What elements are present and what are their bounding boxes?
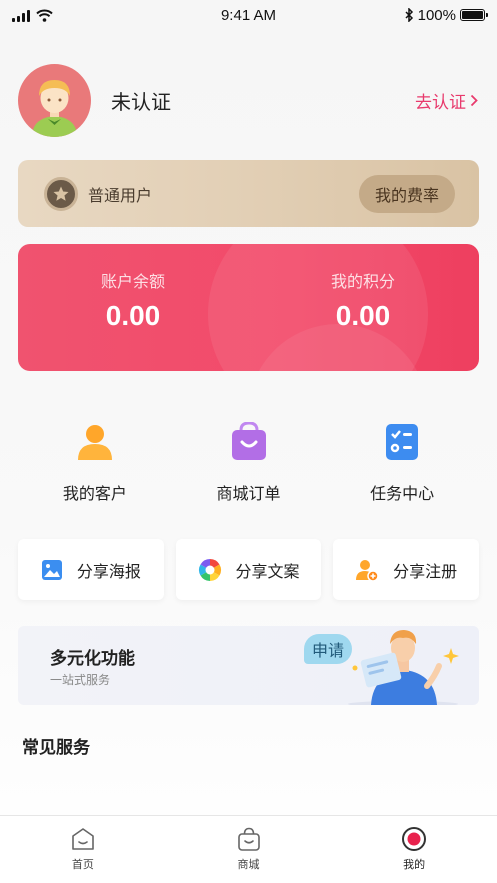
profile-header: 未认证 去认证 bbox=[18, 63, 478, 137]
aperture-icon bbox=[198, 558, 221, 581]
status-left bbox=[12, 9, 53, 22]
quick-item-customers[interactable]: 我的客户 bbox=[18, 420, 172, 510]
image-icon bbox=[41, 559, 62, 580]
tab-label: 商城 bbox=[237, 858, 260, 871]
share-register-label: 分享注册 bbox=[393, 561, 458, 581]
verify-link[interactable]: 去认证 bbox=[415, 88, 478, 113]
status-right: 100% bbox=[405, 6, 488, 24]
profile-dot-icon bbox=[402, 827, 427, 851]
quick-item-label: 我的客户 bbox=[62, 484, 127, 503]
my-rate-button[interactable]: 我的费率 bbox=[358, 174, 455, 213]
tab-mall[interactable]: 商城 bbox=[166, 816, 332, 883]
share-row: 分享海报 分享文案 分享注册 bbox=[18, 539, 480, 600]
tab-home[interactable]: 首页 bbox=[0, 816, 166, 883]
add-user-icon bbox=[356, 559, 379, 582]
my-points[interactable]: 我的积分 0.00 bbox=[263, 268, 463, 332]
member-card: 普通用户 我的费率 bbox=[18, 160, 479, 227]
avatar-illustration-icon bbox=[32, 79, 77, 137]
home-icon bbox=[72, 828, 94, 850]
signal-icon bbox=[12, 9, 30, 22]
quick-item-label: 任务中心 bbox=[370, 484, 435, 503]
verify-link-label: 去认证 bbox=[415, 92, 466, 113]
wifi-icon bbox=[36, 9, 53, 22]
tab-label: 我的 bbox=[403, 858, 426, 871]
points-value: 0.00 bbox=[335, 300, 391, 331]
member-level: 普通用户 bbox=[88, 185, 153, 205]
share-poster-button[interactable]: 分享海报 bbox=[18, 539, 164, 600]
tab-bar: 首页 商城 我的 bbox=[0, 815, 497, 883]
balance-label: 账户余额 bbox=[100, 272, 165, 291]
star-badge-icon bbox=[44, 176, 78, 211]
balance-value: 0.00 bbox=[105, 300, 161, 331]
share-copy-button[interactable]: 分享文案 bbox=[175, 539, 322, 600]
points-label: 我的积分 bbox=[330, 272, 395, 291]
quick-item-label: 商城订单 bbox=[216, 484, 281, 503]
person-illustration-icon bbox=[348, 630, 459, 705]
quick-item-mall-orders[interactable]: 商城订单 bbox=[172, 420, 326, 510]
share-poster-label: 分享海报 bbox=[76, 561, 141, 581]
share-register-button[interactable]: 分享注册 bbox=[333, 539, 480, 600]
profile-name: 未认证 bbox=[111, 89, 171, 114]
section-title: 常见服务 bbox=[22, 738, 90, 758]
shopping-bag-icon bbox=[227, 420, 271, 464]
quick-item-task-center[interactable]: 任务中心 bbox=[325, 420, 479, 510]
chevron-right-icon bbox=[470, 94, 478, 106]
bluetooth-icon bbox=[405, 8, 413, 22]
status-bar: 9:41 AM 100% bbox=[0, 0, 497, 30]
banner-title: 多元化功能 bbox=[50, 649, 135, 669]
share-copy-label: 分享文案 bbox=[235, 561, 300, 581]
banner-subtitle: 一站式服务 bbox=[50, 673, 111, 687]
balance-card: 账户余额 0.00 我的积分 0.00 bbox=[18, 244, 479, 371]
mall-bag-icon bbox=[237, 827, 260, 851]
customer-icon bbox=[73, 420, 117, 464]
battery-fill bbox=[462, 11, 483, 19]
task-icon bbox=[380, 420, 424, 464]
promo-banner[interactable]: 多元化功能 一站式服务 申请 bbox=[18, 626, 479, 705]
avatar[interactable] bbox=[18, 63, 91, 137]
quick-menu: 我的客户 商城订单 任务中心 bbox=[18, 420, 479, 510]
tab-mine[interactable]: 我的 bbox=[331, 816, 497, 883]
battery-icon bbox=[460, 9, 488, 21]
battery-percent: 100% bbox=[417, 6, 456, 24]
tab-label: 首页 bbox=[71, 858, 94, 871]
account-balance[interactable]: 账户余额 0.00 bbox=[33, 268, 233, 332]
